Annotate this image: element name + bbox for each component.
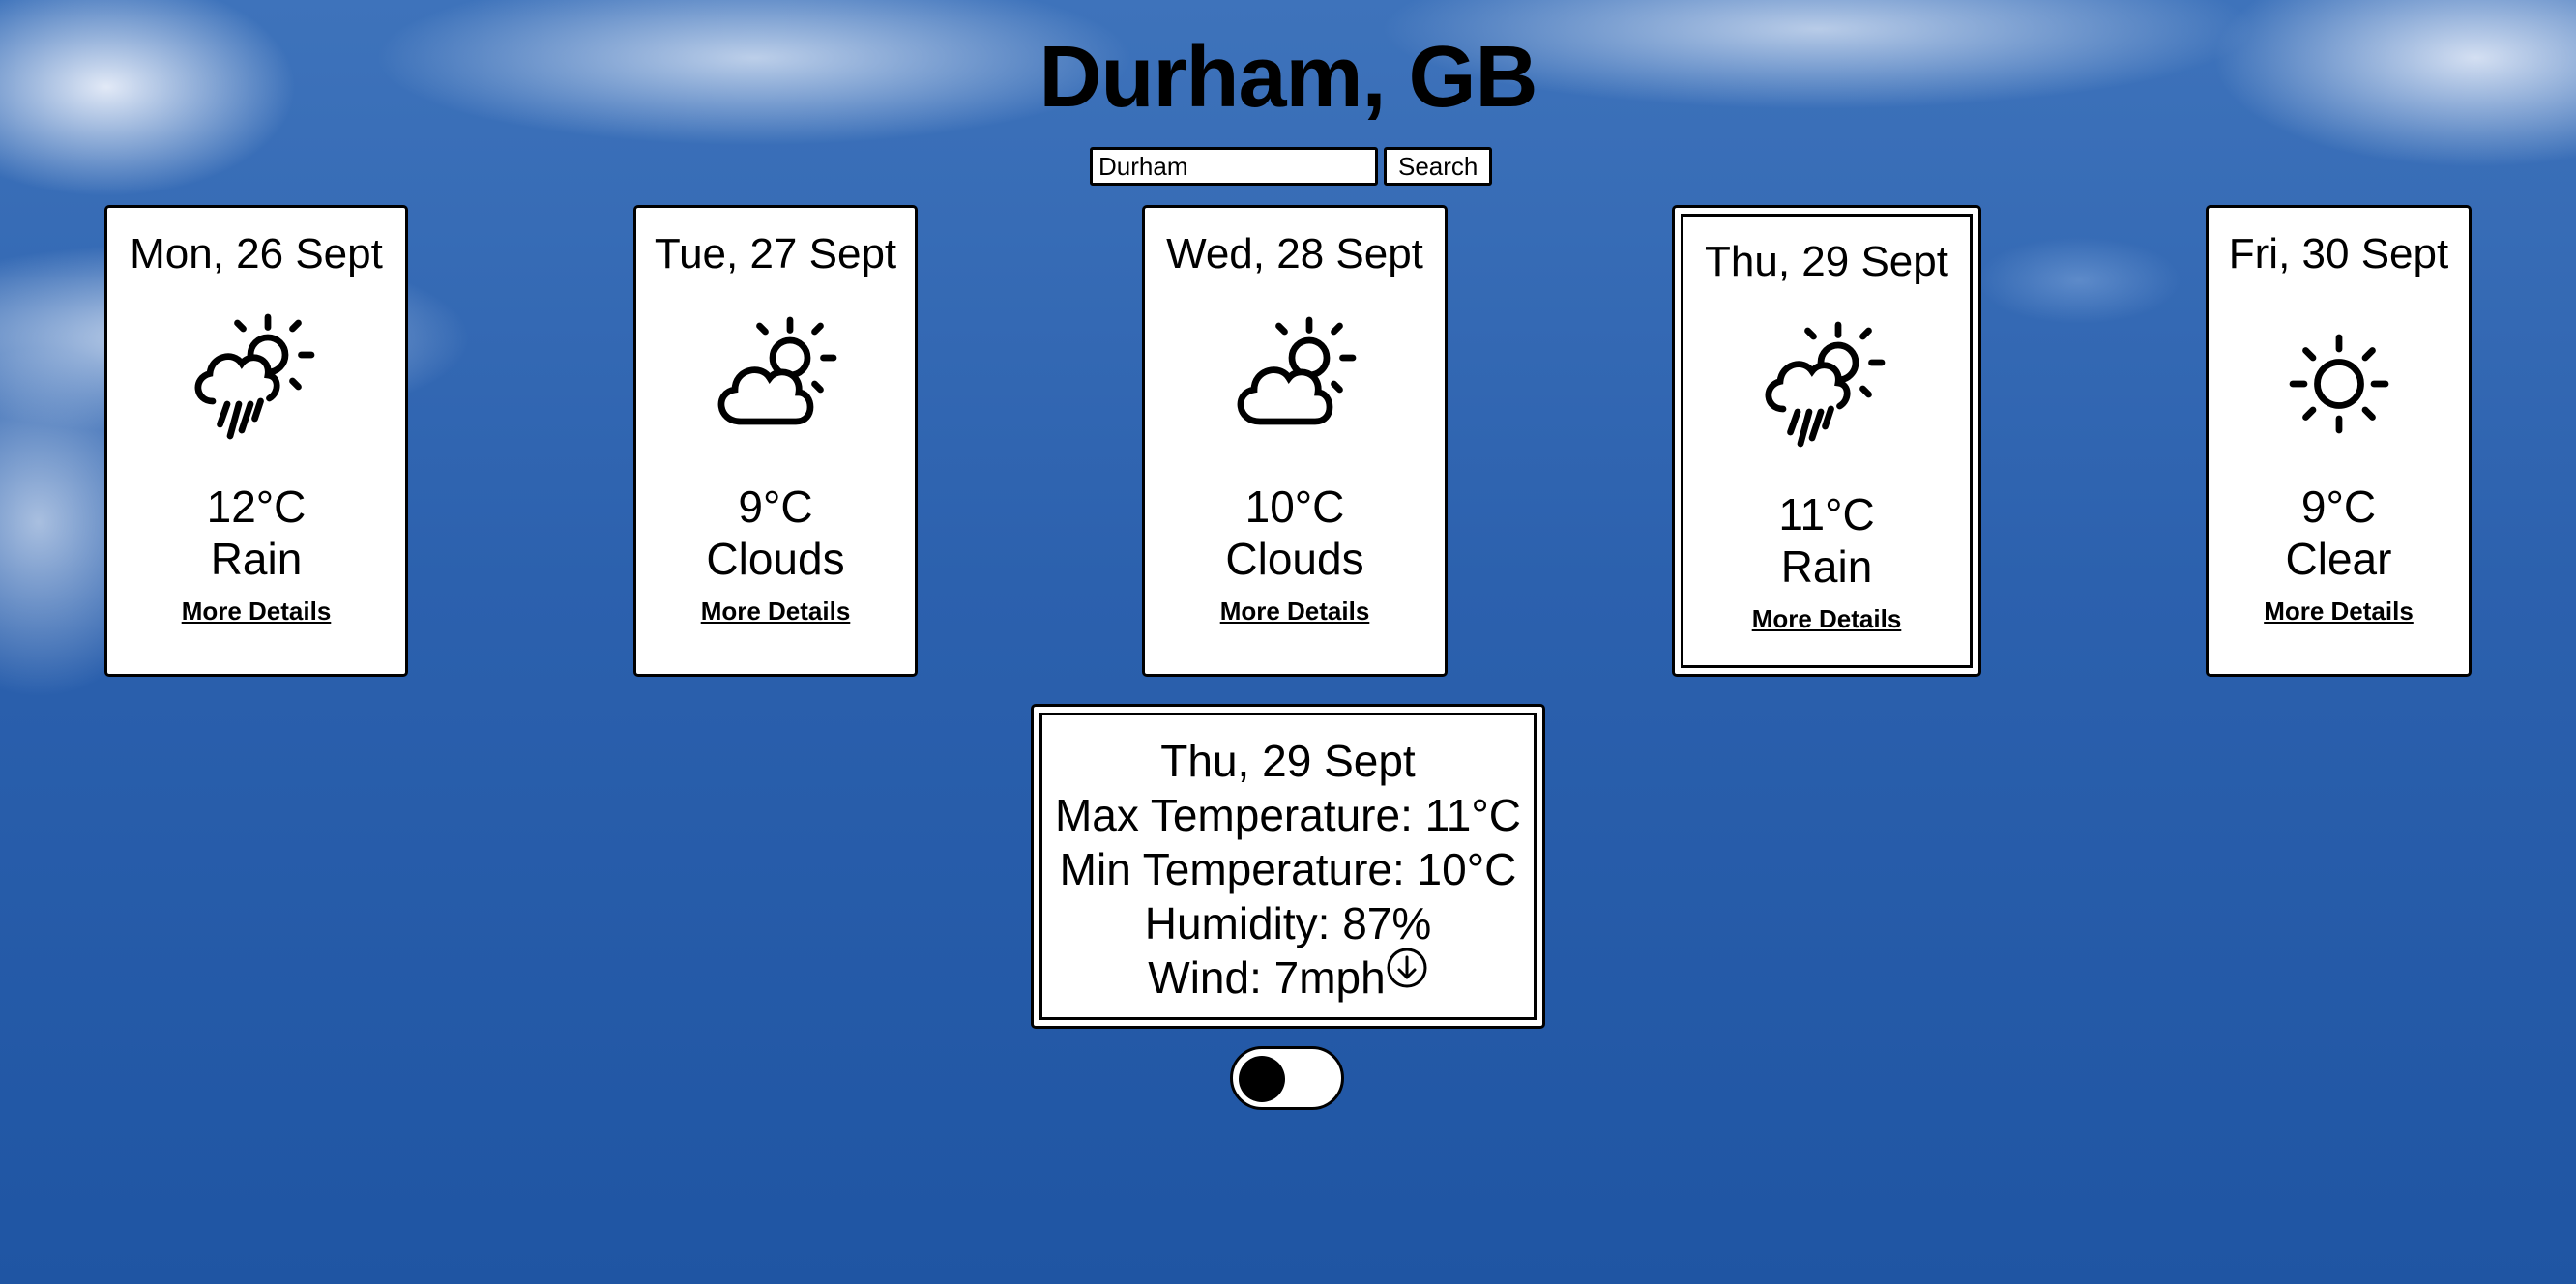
forecast-date: Tue, 27 Sept xyxy=(654,230,897,277)
forecast-temp: 10°C xyxy=(1244,482,1345,532)
more-details-link[interactable]: More Details xyxy=(701,597,851,627)
forecast-card-fri[interactable]: Fri, 30 Sept 9°C Clear More Details xyxy=(2206,205,2472,677)
page-title: Durham, GB xyxy=(1039,29,1537,126)
cloud-sun-rain-icon xyxy=(194,313,315,440)
cloud-sun-icon xyxy=(1237,316,1357,425)
forecast-date: Mon, 26 Sept xyxy=(130,230,383,277)
details-wind-row: Wind: 7mph xyxy=(1034,948,1542,1005)
search-button[interactable]: Search xyxy=(1384,147,1493,186)
forecast-date: Fri, 30 Sept xyxy=(2228,230,2449,277)
search-input[interactable] xyxy=(1090,147,1378,186)
arrow-down-circle-icon xyxy=(1387,948,1427,988)
sun-icon xyxy=(2289,334,2388,434)
forecast-condition: Rain xyxy=(1780,541,1873,592)
forecast-card-tue[interactable]: Tue, 27 Sept 9°C Clouds More Details xyxy=(633,205,918,677)
forecast-condition: Clear xyxy=(2285,534,2392,584)
forecast-condition: Rain xyxy=(210,534,303,584)
theme-toggle[interactable] xyxy=(1230,1046,1344,1110)
forecast-card-mon[interactable]: Mon, 26 Sept 12°C Rain More Details xyxy=(104,205,408,677)
forecast-temp: 12°C xyxy=(206,482,307,532)
more-details-link[interactable]: More Details xyxy=(1220,597,1370,627)
details-humidity: Humidity: 87% xyxy=(1144,898,1432,948)
forecast-temp: 9°C xyxy=(738,482,813,532)
cloud-sun-rain-icon xyxy=(1765,321,1886,448)
forecast-card-wed[interactable]: Wed, 28 Sept 10°C Clouds More Details xyxy=(1142,205,1448,677)
forecast-card-thu[interactable]: Thu, 29 Sept 11°C Rain More Details xyxy=(1672,205,1981,677)
forecast-temp: 9°C xyxy=(2300,482,2377,532)
forecast-condition: Clouds xyxy=(706,534,845,584)
details-max-temp: Max Temperature: 11°C xyxy=(1054,790,1521,840)
details-panel: Thu, 29 Sept Max Temperature: 11°C Min T… xyxy=(1031,704,1545,1029)
details-wind: Wind: 7mph xyxy=(1148,952,1386,1003)
more-details-link[interactable]: More Details xyxy=(1752,604,1902,634)
forecast-date: Thu, 29 Sept xyxy=(1705,238,1948,285)
cloud-sun-icon xyxy=(717,316,837,425)
more-details-link[interactable]: More Details xyxy=(182,597,332,627)
more-details-link[interactable]: More Details xyxy=(2264,597,2414,627)
toggle-knob xyxy=(1239,1056,1285,1102)
details-date: Thu, 29 Sept xyxy=(1160,736,1416,786)
details-min-temp: Min Temperature: 10°C xyxy=(1059,844,1517,894)
search-bar: Search xyxy=(1090,147,1493,186)
forecast-temp: 11°C xyxy=(1778,489,1875,540)
forecast-condition: Clouds xyxy=(1225,534,1364,584)
forecast-date: Wed, 28 Sept xyxy=(1166,230,1423,277)
